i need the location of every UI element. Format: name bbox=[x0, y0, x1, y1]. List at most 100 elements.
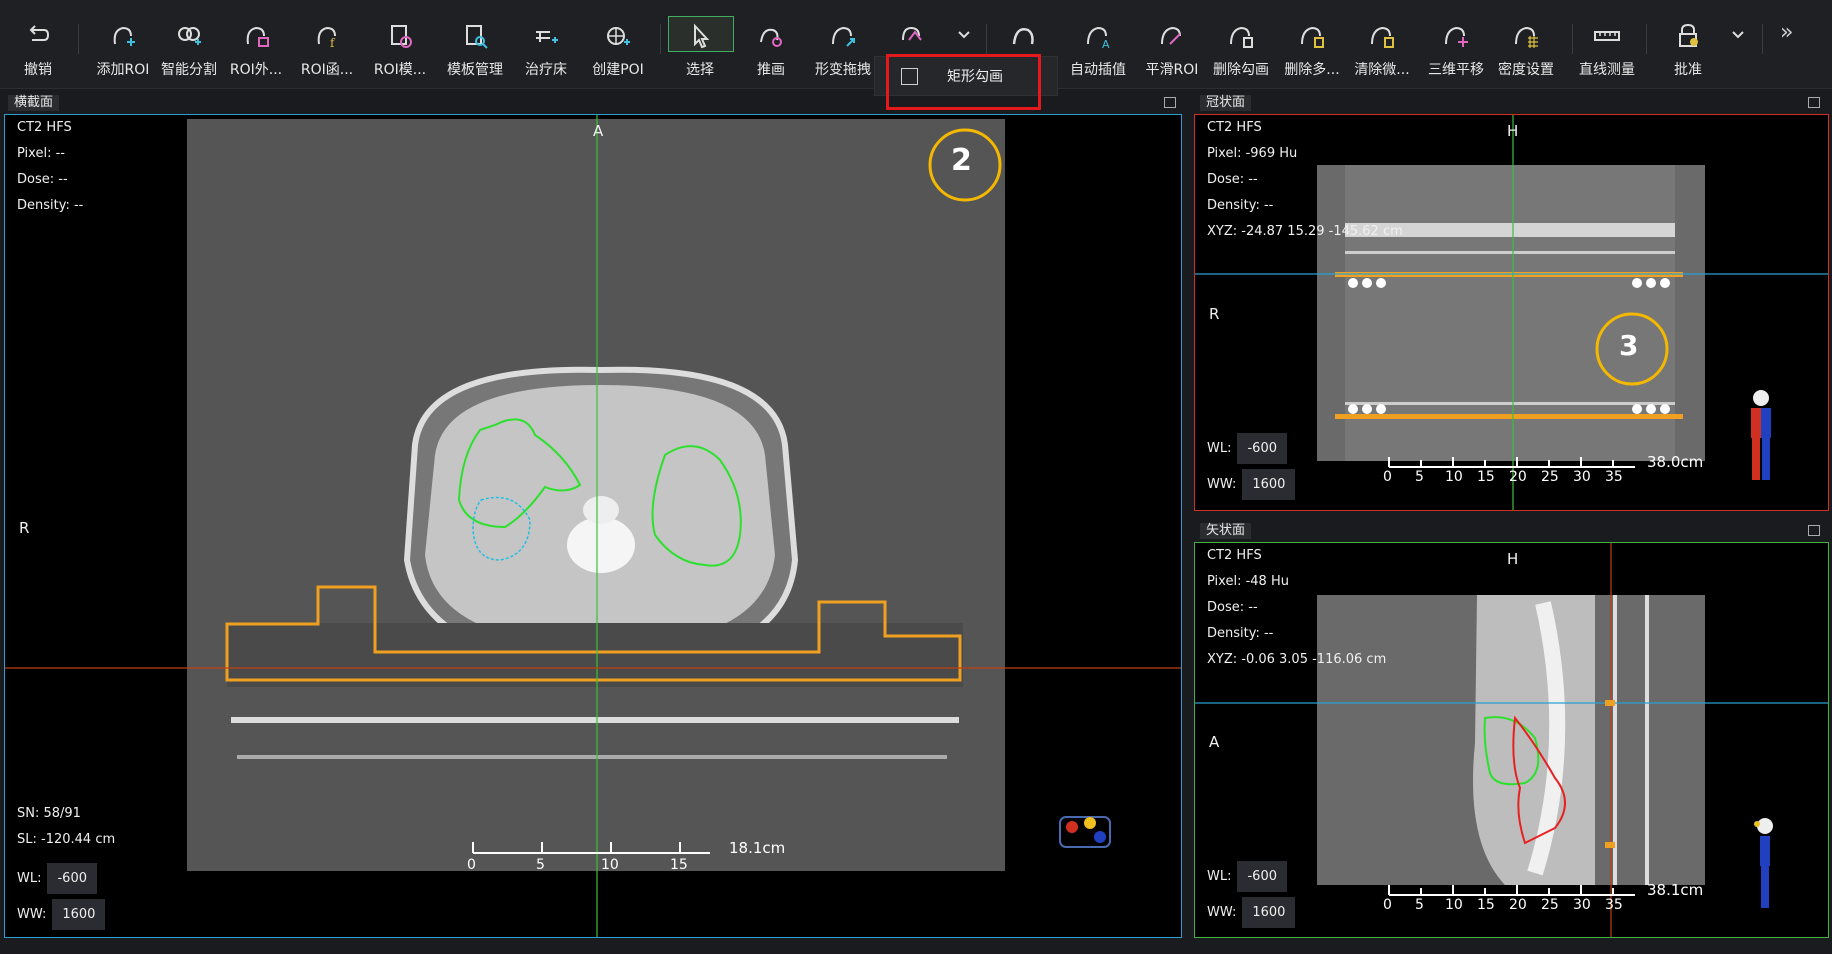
smooth-roi-icon bbox=[1161, 26, 1181, 45]
push-button[interactable]: 推画 bbox=[748, 14, 794, 80]
coronal-tick: 0 bbox=[1383, 469, 1392, 485]
axial-wl: WL: -600 bbox=[17, 863, 97, 894]
sagittal-tick: 25 bbox=[1541, 897, 1559, 913]
approve-label: 批准 bbox=[1674, 62, 1702, 78]
create-poi-button[interactable]: 创建POI bbox=[586, 14, 650, 80]
auto-interp-button[interactable]: A 自动插值 bbox=[1062, 14, 1134, 80]
sagittal-wl: WL: -600 bbox=[1207, 861, 1287, 892]
density-grid-icon bbox=[1515, 26, 1538, 48]
axial-image bbox=[5, 115, 1181, 937]
axial-scale-label: 18.1cm bbox=[729, 839, 786, 857]
annotation-2: 2 bbox=[951, 143, 972, 178]
sagittal-tick: 0 bbox=[1383, 897, 1392, 913]
delete-contour-button[interactable]: 删除勾画 bbox=[1206, 14, 1276, 80]
sagittal-tick: 35 bbox=[1605, 897, 1623, 913]
sagittal-wl-label: WL: bbox=[1207, 869, 1232, 884]
coronal-tick: 20 bbox=[1509, 469, 1527, 485]
smooth-roi-label: 平滑ROI bbox=[1145, 62, 1199, 78]
sagittal-title: 矢状面 bbox=[1200, 523, 1252, 539]
create-poi-label: 创建POI bbox=[592, 62, 644, 78]
undo-icon bbox=[29, 25, 50, 41]
sagittal-tick: 5 bbox=[1415, 897, 1424, 913]
toolbar-separator bbox=[1646, 24, 1647, 54]
undo-button[interactable]: 撤销 bbox=[18, 14, 58, 80]
coronal-tick: 5 bbox=[1415, 469, 1424, 485]
sagittal-tick: 30 bbox=[1573, 897, 1591, 913]
coronal-wl: WL: -600 bbox=[1207, 433, 1287, 464]
roi-outer-label: ROI外... bbox=[229, 62, 283, 78]
svg-text:f: f bbox=[330, 36, 336, 50]
coronal-dose: Dose: -- bbox=[1207, 172, 1258, 187]
roi-outer-button[interactable]: ROI外... bbox=[226, 14, 286, 80]
axial-wl-value[interactable]: -600 bbox=[47, 863, 97, 894]
body-orientation-figure bbox=[1751, 390, 1771, 480]
add-roi-button[interactable]: 添加ROI bbox=[88, 14, 158, 80]
push-label: 推画 bbox=[757, 62, 785, 78]
axial-orient-left: R bbox=[19, 519, 30, 537]
sagittal-info: CT2 HFS Pixel: -48 Hu Dose: -- Density: … bbox=[1207, 543, 1386, 673]
couch-button[interactable]: 治疗床 bbox=[516, 14, 576, 80]
smart-seg-button[interactable]: 智能分割 bbox=[156, 14, 222, 80]
smooth-roi-button[interactable]: 平滑ROI bbox=[1140, 14, 1204, 80]
coronal-density: Density: -- bbox=[1207, 198, 1274, 213]
select-button[interactable]: 选择 bbox=[676, 14, 724, 80]
push-draw-icon bbox=[760, 28, 782, 47]
roi-template-icon bbox=[391, 25, 412, 48]
sagittal-wl-value[interactable]: -600 bbox=[1237, 861, 1287, 892]
maximize-icon[interactable] bbox=[1808, 525, 1820, 536]
chevron-down-icon[interactable] bbox=[1730, 26, 1746, 42]
toolbar-separator bbox=[1762, 24, 1763, 54]
smart-segmentation-icon bbox=[178, 27, 201, 45]
axial-sl: SL: -120.44 cm bbox=[17, 832, 116, 847]
sagittal-orient-left: A bbox=[1209, 733, 1220, 751]
couch-icon bbox=[536, 31, 558, 43]
delete-multi-label: 删除多... bbox=[1284, 62, 1340, 78]
maximize-icon[interactable] bbox=[1808, 97, 1820, 108]
sagittal-orient-top: H bbox=[1507, 550, 1519, 568]
create-poi-icon bbox=[607, 27, 630, 45]
svg-text:A: A bbox=[1102, 38, 1110, 51]
clear-micro-label: 清除微... bbox=[1354, 62, 1410, 78]
roi-template-button[interactable]: ROI模... bbox=[368, 14, 432, 80]
coronal-ww-value[interactable]: 1600 bbox=[1242, 469, 1296, 500]
annotation-3: 3 bbox=[1619, 329, 1639, 362]
delete-multi-button[interactable]: 删除多... bbox=[1278, 14, 1346, 80]
clear-micro-icon bbox=[1371, 26, 1394, 48]
sagittal-ww-label: WW: bbox=[1207, 905, 1237, 920]
line-measure-label: 直线测量 bbox=[1579, 62, 1635, 78]
coronal-view[interactable]: 3 CT2 HFS Pixel: -969 Hu Dose: -- Densit… bbox=[1194, 114, 1829, 511]
delete-contour-label: 删除勾画 bbox=[1213, 62, 1269, 78]
sagittal-view[interactable]: CT2 HFS Pixel: -48 Hu Dose: -- Density: … bbox=[1194, 542, 1829, 938]
more-tools-button[interactable]: » bbox=[1780, 20, 1793, 45]
roi-func-label: ROI函... bbox=[300, 62, 354, 78]
auto-interp-label: 自动插值 bbox=[1070, 62, 1126, 78]
template-manager-icon bbox=[466, 25, 488, 49]
axial-dose: Dose: -- bbox=[17, 172, 68, 187]
approve-button[interactable]: 批准 bbox=[1666, 14, 1710, 80]
axial-tick: 15 bbox=[670, 857, 688, 873]
chevron-down-icon[interactable] bbox=[956, 26, 972, 42]
axial-view[interactable]: 2 CT2 HFS Pixel: -- Dose: -- Density: --… bbox=[4, 114, 1182, 938]
maximize-icon[interactable] bbox=[1164, 97, 1176, 108]
coronal-tick: 25 bbox=[1541, 469, 1559, 485]
axial-title: 横截面 bbox=[8, 95, 60, 111]
template-manager-button[interactable]: 模板管理 bbox=[442, 14, 508, 80]
axial-wl-label: WL: bbox=[17, 871, 42, 886]
toolbar-separator bbox=[1572, 24, 1573, 54]
roi-func-button[interactable]: f ROI函... bbox=[296, 14, 358, 80]
coronal-wl-value[interactable]: -600 bbox=[1237, 433, 1287, 464]
coronal-orient-top: H bbox=[1507, 122, 1519, 140]
highlight-box bbox=[886, 54, 1041, 110]
axial-ww-value[interactable]: 1600 bbox=[52, 899, 106, 930]
line-measure-button[interactable]: 直线测量 bbox=[1576, 14, 1638, 80]
delete-contour-icon bbox=[1230, 26, 1253, 48]
coronal-info: CT2 HFS Pixel: -969 Hu Dose: -- Density:… bbox=[1207, 115, 1403, 245]
axial-pixel: Pixel: -- bbox=[17, 146, 65, 161]
deform-drag-button[interactable]: 形变拖拽 bbox=[810, 14, 876, 80]
sagittal-ww-value[interactable]: 1600 bbox=[1242, 897, 1296, 928]
rect-contour-icon bbox=[902, 26, 922, 41]
shift-3d-button[interactable]: 三维平移 bbox=[1420, 14, 1492, 80]
clear-micro-button[interactable]: 清除微... bbox=[1350, 14, 1414, 80]
axial-slice-info: SN: 58/91 SL: -120.44 cm bbox=[17, 801, 115, 853]
density-button[interactable]: 密度设置 bbox=[1492, 14, 1560, 80]
